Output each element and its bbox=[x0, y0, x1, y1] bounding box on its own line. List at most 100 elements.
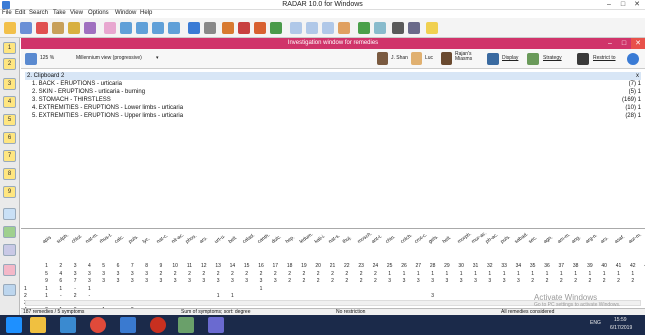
sidebar-clipboard-8[interactable]: 8 bbox=[3, 168, 16, 180]
zoom-level[interactable]: 125 % bbox=[40, 55, 54, 61]
clipboard-icon-4[interactable] bbox=[168, 22, 180, 34]
menu-file[interactable]: File bbox=[2, 10, 12, 16]
search-taskbar-icon[interactable] bbox=[208, 317, 224, 333]
remedy-abbr[interactable]: ledum. bbox=[299, 231, 315, 245]
toolbar-icon-6[interactable] bbox=[84, 22, 96, 34]
help-icon[interactable] bbox=[426, 22, 438, 34]
toolbar-icon-24[interactable] bbox=[408, 22, 420, 34]
rubric-5[interactable]: 5. EXTREMITIES - ERUPTIONS - Upper limbs… bbox=[32, 113, 183, 119]
windows-start-icon[interactable] bbox=[6, 317, 22, 333]
remedy-abbr[interactable]: asaf. bbox=[614, 234, 626, 245]
minimize-button[interactable]: – bbox=[602, 0, 616, 10]
toolbar-icon-4[interactable] bbox=[52, 22, 64, 34]
remedy-abbr[interactable]: aur-m. bbox=[628, 232, 643, 245]
flask-icon[interactable] bbox=[222, 22, 234, 34]
remedy-abbr[interactable]: colch. bbox=[399, 233, 413, 245]
menu-options[interactable]: Options bbox=[88, 10, 109, 16]
remedy-abbr[interactable]: am-m. bbox=[556, 232, 571, 245]
clipboard-icon-3[interactable] bbox=[152, 22, 164, 34]
sidebar-clipboard-9[interactable]: 9 bbox=[3, 186, 16, 198]
remedy-abbr[interactable]: bell. bbox=[227, 235, 238, 245]
toolbar-icon-23[interactable] bbox=[392, 22, 404, 34]
remedy-abbr[interactable]: sabad. bbox=[513, 231, 529, 245]
restrict-icon[interactable] bbox=[577, 53, 589, 65]
restrict-button[interactable]: Restrict to bbox=[593, 55, 616, 61]
sidebar-tool-5[interactable] bbox=[3, 284, 16, 296]
luc-avatar[interactable] bbox=[411, 52, 422, 65]
chart-icon[interactable] bbox=[188, 22, 200, 34]
toolbar-icon-18[interactable] bbox=[306, 22, 318, 34]
remedy-abbr[interactable]: morph. bbox=[456, 231, 472, 245]
search-icon[interactable] bbox=[36, 22, 48, 34]
remedy-icon[interactable] bbox=[238, 22, 250, 34]
radar-icon[interactable] bbox=[178, 317, 194, 333]
sidebar-clipboard-3[interactable]: 3 bbox=[3, 78, 16, 90]
remedy-abbr[interactable]: agn. bbox=[542, 235, 553, 245]
menu-search[interactable]: Search bbox=[29, 10, 48, 16]
remedy-abbr[interactable]: ars. bbox=[199, 235, 209, 245]
book-icon[interactable] bbox=[104, 22, 116, 34]
chevron-down-icon[interactable]: ▾ bbox=[156, 55, 159, 61]
remedy-abbr[interactable]: ang. bbox=[571, 235, 582, 245]
remedy-abbr[interactable]: sec. bbox=[528, 235, 539, 245]
file-explorer-icon[interactable] bbox=[30, 317, 46, 333]
rajan-label[interactable]: Rajan's Miasms bbox=[455, 52, 481, 62]
sidebar-clipboard-1[interactable]: 1 bbox=[3, 42, 16, 54]
sidebar-clipboard-5[interactable]: 5 bbox=[3, 114, 16, 126]
remedy-abbr[interactable]: apis bbox=[42, 235, 53, 245]
mail-icon[interactable] bbox=[120, 317, 136, 333]
strategy-icon[interactable] bbox=[527, 53, 539, 65]
inner-maximize-button[interactable]: □ bbox=[617, 38, 631, 49]
rubric-3[interactable]: 3. STOMACH - THIRSTLESS bbox=[32, 97, 111, 103]
remedy-abbr[interactable]: dulc. bbox=[270, 234, 282, 245]
clipboard-icon-1[interactable] bbox=[120, 22, 132, 34]
clipboard-icon-2[interactable] bbox=[136, 22, 148, 34]
clipboard-close-icon[interactable]: x bbox=[636, 72, 639, 80]
toolbar-icon-19[interactable] bbox=[322, 22, 334, 34]
shan-label[interactable]: J. Shan bbox=[391, 55, 408, 61]
language-indicator[interactable]: ENG bbox=[590, 320, 601, 326]
display-button[interactable]: Display bbox=[502, 55, 518, 61]
rajan-avatar[interactable] bbox=[441, 52, 452, 65]
menu-help[interactable]: Help bbox=[140, 10, 152, 16]
remedy-abbr[interactable]: sulph. bbox=[56, 232, 70, 245]
remedy-abbr[interactable]: thuj. bbox=[342, 235, 353, 245]
toolbar-icon-16[interactable] bbox=[270, 22, 282, 34]
toolbar-icon-15[interactable] bbox=[254, 22, 266, 34]
toolbar-icon-21[interactable] bbox=[358, 22, 370, 34]
toolbar-icon-22[interactable] bbox=[374, 22, 386, 34]
opera-icon[interactable] bbox=[150, 317, 166, 333]
remedy-abbr[interactable]: lyc. bbox=[142, 236, 152, 245]
remedy-abbr[interactable]: nat-c. bbox=[156, 233, 170, 245]
remedy-abbr[interactable]: chin. bbox=[385, 234, 397, 245]
sidebar-tool-2[interactable] bbox=[3, 226, 16, 238]
menu-window[interactable]: Window bbox=[115, 10, 136, 16]
sidebar-clipboard-6[interactable]: 6 bbox=[3, 132, 16, 144]
menu-view[interactable]: View bbox=[70, 10, 83, 16]
maximize-button[interactable]: □ bbox=[616, 0, 630, 10]
shan-avatar[interactable] bbox=[377, 52, 388, 65]
remedy-abbr[interactable]: calc. bbox=[113, 234, 125, 245]
inner-close-button[interactable]: ✕ bbox=[631, 38, 645, 49]
rubric-4[interactable]: 4. EXTREMITIES - ERUPTIONS - Lower limbs… bbox=[32, 105, 183, 111]
people-icon[interactable] bbox=[204, 22, 216, 34]
menu-edit[interactable]: Edit bbox=[15, 10, 25, 16]
rubric-1[interactable]: 1. BACK - ERUPTIONS - urticaria bbox=[32, 81, 122, 87]
remedy-abbr[interactable]: hell. bbox=[442, 235, 453, 245]
inner-minimize-button[interactable]: – bbox=[603, 38, 617, 49]
toolbar-icon-20[interactable] bbox=[338, 22, 350, 34]
remedy-abbr[interactable]: rhus-t. bbox=[99, 232, 114, 245]
clock-time[interactable]: 15:59 bbox=[614, 317, 627, 323]
remedy-abbr[interactable]: ars. bbox=[599, 235, 609, 245]
zoom-icon[interactable] bbox=[25, 53, 37, 65]
remedy-abbr[interactable]: gels. bbox=[428, 234, 440, 245]
menu-take[interactable]: Take bbox=[53, 10, 66, 16]
sidebar-clipboard-7[interactable]: 7 bbox=[3, 150, 16, 162]
chrome-icon[interactable] bbox=[90, 317, 106, 333]
clock-date[interactable]: 6/17/2019 bbox=[610, 325, 632, 331]
remedy-abbr[interactable]: calad. bbox=[242, 232, 256, 245]
remedy-abbr[interactable]: mosch. bbox=[356, 231, 373, 245]
remedy-abbr[interactable]: crot-c. bbox=[413, 232, 428, 245]
sidebar-tool-4[interactable] bbox=[3, 264, 16, 276]
remedy-abbr[interactable]: nat-s. bbox=[328, 233, 342, 245]
